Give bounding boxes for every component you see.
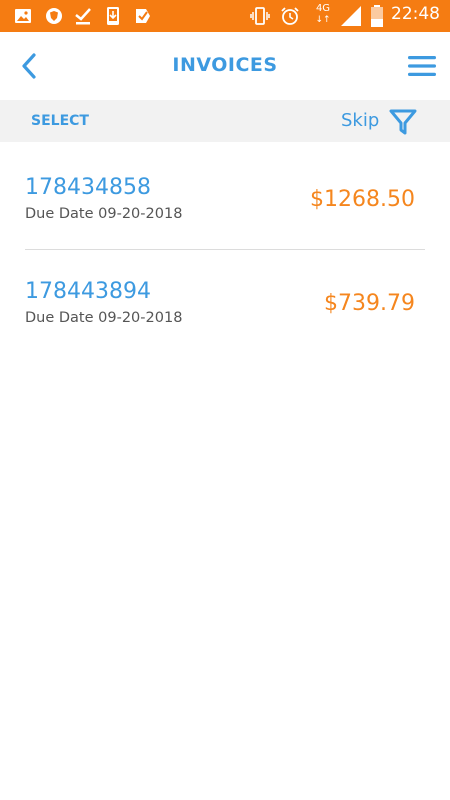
vibrate-icon: [250, 7, 270, 25]
select-button[interactable]: SELECT: [31, 113, 89, 129]
invoice-number: 178443894: [25, 279, 151, 304]
network-4g-icon: 4G ↓↑: [315, 3, 331, 25]
network-label: 4G: [315, 3, 331, 14]
invoice-number: 178434858: [25, 175, 151, 200]
ticket-check-icon: [136, 9, 150, 23]
status-time: 22:48: [391, 4, 440, 24]
battery-icon: [371, 5, 383, 27]
page-title: INVOICES: [172, 54, 278, 76]
filter-icon[interactable]: [388, 107, 418, 137]
menu-icon[interactable]: [406, 50, 438, 82]
invoice-row[interactable]: 178434858 Due Date 09-20-2018 $1268.50: [0, 142, 450, 250]
invoice-amount: $739.79: [324, 291, 415, 316]
invoice-row[interactable]: 178443894 Due Date 09-20-2018 $739.79: [0, 246, 450, 350]
check-download-icon: [75, 8, 91, 25]
invoice-amount: $1268.50: [310, 187, 415, 212]
app-header: INVOICES: [0, 32, 450, 100]
alarm-icon: [281, 7, 299, 25]
invoice-due-date: Due Date 09-20-2018: [25, 206, 183, 222]
phone-download-icon: [107, 7, 119, 25]
skip-button[interactable]: Skip: [341, 110, 379, 131]
invoice-due-date: Due Date 09-20-2018: [25, 310, 183, 326]
action-toolbar: SELECT Skip: [0, 100, 450, 142]
signal-icon: [341, 6, 361, 26]
image-icon: [15, 9, 31, 23]
status-bar: 4G ↓↑ 22:48: [0, 0, 450, 32]
shield-icon: [46, 8, 62, 24]
invoice-list: 178434858 Due Date 09-20-2018 $1268.50 1…: [0, 142, 450, 350]
